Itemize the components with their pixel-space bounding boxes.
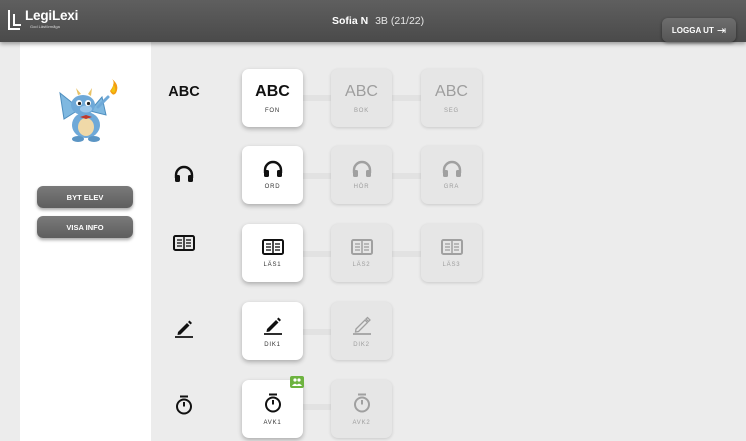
pencil-icon (352, 315, 372, 335)
task-card-avk2[interactable]: AVK2 (331, 380, 392, 438)
card-label: LÄS3 (442, 261, 461, 268)
group-icon (290, 376, 304, 388)
stopwatch-icon (264, 393, 282, 413)
card-label: HÖR (353, 183, 370, 190)
task-card-las1[interactable]: LÄS1 (242, 224, 303, 282)
task-card-fon[interactable]: ABC FON (242, 69, 303, 127)
task-card-ord[interactable]: ORD (242, 146, 303, 204)
sidebar: BYT ELEV VISA INFO (20, 42, 151, 441)
logout-button[interactable]: LOGGA UT ⇥ (662, 18, 736, 42)
dragon-mascot-icon (59, 79, 118, 142)
task-card-las2[interactable]: LÄS2 (331, 224, 392, 282)
card-label: GRA (443, 183, 460, 190)
pencil-icon (165, 313, 203, 343)
card-label: BOK (353, 107, 370, 114)
student-name: Sofia N (332, 15, 369, 27)
logo-tagline: God Läsförmåga (30, 24, 60, 29)
headphones-icon (352, 160, 372, 177)
card-label: AVK1 (263, 419, 282, 426)
card-abc-text: ABC (435, 82, 468, 100)
stopwatch-icon (353, 393, 371, 413)
book-icon (350, 238, 373, 255)
card-label: DIK1 (264, 341, 281, 348)
headphones-icon (165, 159, 203, 189)
task-card-avk1[interactable]: AVK1 (242, 380, 303, 438)
card-label: ORD (264, 183, 281, 190)
task-card-dik2[interactable]: DIK2 (331, 302, 392, 360)
logo-name: LegiLexi (25, 8, 79, 23)
card-label: LÄS2 (352, 261, 371, 268)
card-abc-text: ABC (345, 82, 378, 100)
student-class: 3B (21/22) (375, 15, 425, 27)
card-abc-text: ABC (255, 82, 290, 100)
logout-label: LOGGA UT (671, 25, 714, 35)
app-logo[interactable]: LegiLexi God Läsförmåga (8, 8, 98, 36)
abc-row-text: ABC (168, 84, 200, 100)
stopwatch-icon (165, 390, 203, 420)
card-label: LÄS1 (263, 261, 282, 268)
card-label: DIK2 (353, 341, 370, 348)
pencil-icon (263, 315, 283, 335)
current-student: Sofia N 3B (21/22) (332, 15, 424, 27)
card-label: FON (264, 107, 281, 114)
logout-icon: ⇥ (716, 24, 727, 37)
book-icon (261, 238, 284, 255)
card-label: AVK2 (352, 419, 371, 426)
book-icon (165, 228, 203, 258)
logo-mark-icon (8, 10, 21, 30)
top-bar: LegiLexi God Läsförmåga Sofia N 3B (21/2… (0, 0, 746, 42)
headphones-icon (442, 160, 462, 177)
task-card-bok[interactable]: ABC BOK (331, 69, 392, 127)
task-card-seg[interactable]: ABC SEG (421, 69, 482, 127)
task-card-hor[interactable]: HÖR (331, 146, 392, 204)
headphones-icon (263, 160, 283, 177)
task-card-las3[interactable]: LÄS3 (421, 224, 482, 282)
row-abc-label: ABC (165, 77, 203, 107)
task-card-gra[interactable]: GRA (421, 146, 482, 204)
switch-student-button[interactable]: BYT ELEV (37, 186, 133, 208)
book-icon (440, 238, 463, 255)
card-label: SEG (443, 107, 460, 114)
task-card-dik1[interactable]: DIK1 (242, 302, 303, 360)
show-info-button[interactable]: VISA INFO (37, 216, 133, 238)
